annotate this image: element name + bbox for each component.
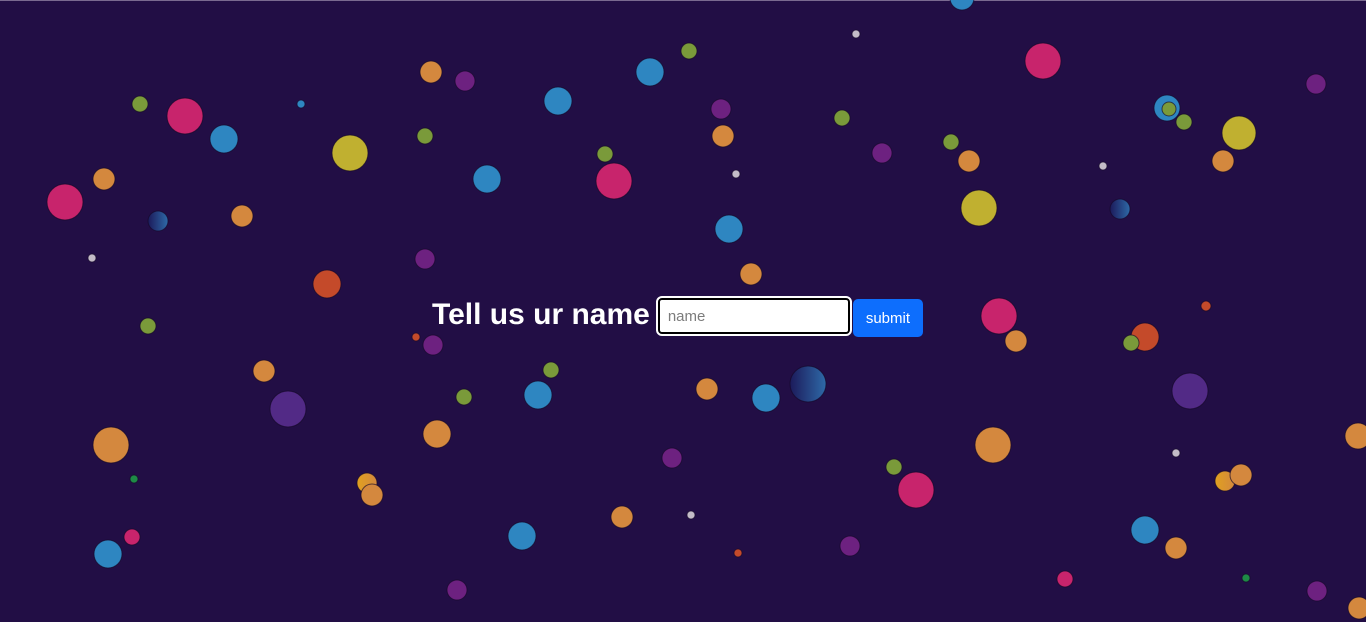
name-input[interactable] (655, 296, 852, 336)
bubble-decoration (596, 145, 614, 163)
bubble-decoration (1056, 570, 1074, 588)
bubble-decoration (851, 29, 861, 39)
bubble-decoration (296, 99, 306, 109)
bubble-decoration (123, 528, 141, 546)
bubble-decoration (455, 388, 473, 406)
bubble-decoration (960, 189, 998, 227)
bubble-decoration (1306, 580, 1328, 602)
bubble-decoration (1024, 42, 1062, 80)
bubble-decoration (731, 169, 741, 179)
bubble-decoration (714, 214, 744, 244)
bubble-decoration (695, 377, 719, 401)
bubble-decoration (789, 365, 827, 403)
bubble-decoration (252, 359, 276, 383)
bubble-decoration (974, 426, 1012, 464)
bubble-decoration (897, 471, 935, 509)
bubble-decoration (710, 98, 732, 120)
bubble-decoration (1200, 300, 1212, 312)
bubble-decoration (610, 505, 634, 529)
bubble-decoration (312, 269, 342, 299)
bubble-decoration (980, 297, 1018, 335)
bubble-decoration (1344, 422, 1366, 450)
bubble-decoration (92, 167, 116, 191)
bubble-decoration (680, 42, 698, 60)
bubble-decoration (360, 483, 384, 507)
bubble-decoration (166, 97, 204, 135)
bubble-decoration (1229, 463, 1253, 487)
bubble-decoration (269, 390, 307, 428)
bubble-decoration (507, 521, 537, 551)
bubble-decoration (1161, 101, 1177, 117)
bubble-decoration (1305, 73, 1327, 95)
bubble-decoration (209, 124, 239, 154)
bubble-decoration (711, 124, 735, 148)
bubble-decoration (871, 142, 893, 164)
bubble-decoration (92, 426, 130, 464)
bubble-decoration (93, 539, 123, 569)
form-title: Tell us ur name (432, 298, 650, 331)
bubble-decoration (411, 332, 421, 342)
bubble-decoration (542, 361, 560, 379)
bubble-decoration (1109, 198, 1131, 220)
bubble-decoration (942, 133, 960, 151)
bubble-decoration (1171, 448, 1181, 458)
bubble-decoration (635, 57, 665, 87)
bubble-decoration (686, 510, 696, 520)
bubble-decoration (1130, 515, 1160, 545)
bubble-decoration (414, 248, 436, 270)
bubble-decoration (147, 210, 169, 232)
bubble-decoration (543, 86, 573, 116)
bubble-decoration (661, 447, 683, 469)
bubble-decoration (87, 253, 97, 263)
bubble-decoration (595, 162, 633, 200)
bubble-decoration (129, 474, 139, 484)
bubble-decoration (1171, 372, 1209, 410)
bubble-decoration (1241, 573, 1251, 583)
bubble-decoration (446, 579, 468, 601)
bubble-decoration (733, 548, 743, 558)
bubble-decoration (833, 109, 851, 127)
bubble-decoration (1175, 113, 1193, 131)
bubble-decoration (331, 134, 369, 172)
bubble-decoration (472, 164, 502, 194)
bubble-decoration (1164, 536, 1188, 560)
bubble-decoration (454, 70, 476, 92)
bubble-decoration (885, 458, 903, 476)
bubble-decoration (419, 60, 443, 84)
name-form: Tell us ur name submit (432, 296, 924, 340)
bubble-decoration (739, 262, 763, 286)
bubble-decoration (46, 183, 84, 221)
bubble-decoration (957, 149, 981, 173)
bubble-decoration (1347, 596, 1366, 620)
bubble-decoration (422, 419, 452, 449)
bubble-decoration (1098, 161, 1108, 171)
bubble-decoration (949, 0, 975, 11)
bubble-decoration (1122, 334, 1140, 352)
submit-button[interactable]: submit (852, 299, 924, 337)
bubble-decoration (416, 127, 434, 145)
bubble-decoration (839, 535, 861, 557)
bubble-decoration (1221, 115, 1257, 151)
bubble-decoration (131, 95, 149, 113)
bubble-decoration (751, 383, 781, 413)
bubble-decoration (230, 204, 254, 228)
bubble-decoration (523, 380, 553, 410)
bubble-decoration (1211, 149, 1235, 173)
bubble-decoration (1004, 329, 1028, 353)
bubble-decoration (139, 317, 157, 335)
